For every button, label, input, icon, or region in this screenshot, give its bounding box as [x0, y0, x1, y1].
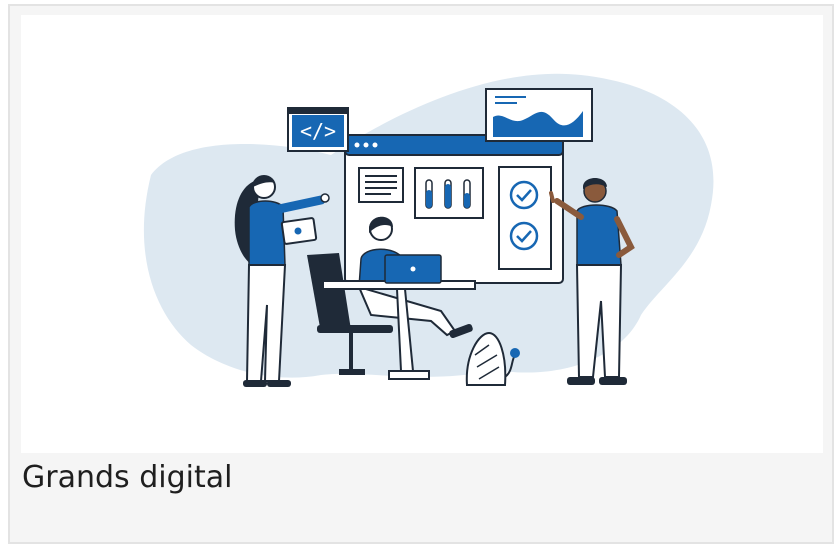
code-badge: </>: [287, 107, 349, 152]
code-badge-text: </>: [300, 119, 336, 143]
wave-chart-card: [485, 88, 593, 142]
card-title: Grands digital: [22, 460, 233, 495]
team-dashboard-illustration: </>: [143, 73, 714, 387]
card-illustration: </>: [21, 15, 823, 453]
content-card[interactable]: </> Grands digital: [8, 4, 834, 544]
